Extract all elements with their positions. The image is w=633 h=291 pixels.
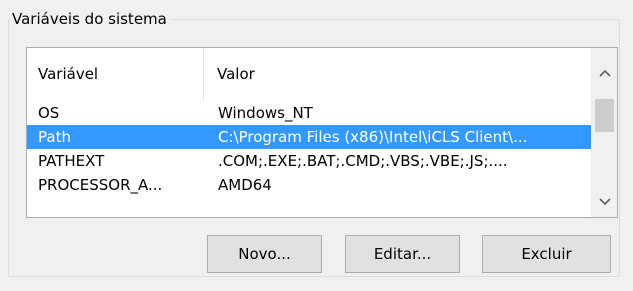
scroll-thumb[interactable] [595, 99, 614, 132]
value-cell: AMD64 [218, 176, 272, 194]
value-cell: Windows_NT [218, 104, 313, 122]
edit-button[interactable]: Editar... [345, 235, 460, 273]
value-cell: C:\Program Files (x86)\Intel\iCLS Client… [218, 128, 528, 146]
value-cell: .COM;.EXE;.BAT;.CMD;.VBS;.VBE;.JS;.... [218, 152, 508, 170]
table-row-selected[interactable]: Path C:\Program Files (x86)\Intel\iCLS C… [27, 125, 591, 149]
system-variables-list[interactable]: Variável Valor OS Windows_NT Path C:\Pro… [26, 47, 618, 218]
column-header-value[interactable]: Valor [204, 48, 591, 101]
variable-cell: OS [38, 104, 60, 122]
scroll-up-button[interactable] [592, 58, 617, 88]
scroll-down-button[interactable] [592, 187, 617, 217]
delete-button[interactable]: Excluir [482, 235, 611, 273]
list-header: Variável Valor [27, 48, 591, 101]
vertical-scrollbar[interactable] [591, 48, 617, 217]
group-title: Variáveis do sistema [10, 9, 172, 29]
table-row[interactable]: OS Windows_NT [27, 101, 591, 125]
variable-cell: PATHEXT [38, 152, 105, 170]
new-button[interactable]: Novo... [207, 235, 322, 273]
chevron-up-icon [598, 69, 611, 77]
list-rows: OS Windows_NT Path C:\Program Files (x86… [27, 101, 591, 197]
variable-cell: Path [38, 128, 71, 146]
table-row[interactable]: PATHEXT .COM;.EXE;.BAT;.CMD;.VBS;.VBE;.J… [27, 149, 591, 173]
chevron-down-icon [598, 198, 611, 206]
column-header-variable[interactable]: Variável [27, 48, 204, 101]
variable-cell: PROCESSOR_A... [38, 176, 163, 194]
table-row[interactable]: PROCESSOR_A... AMD64 [27, 173, 591, 197]
